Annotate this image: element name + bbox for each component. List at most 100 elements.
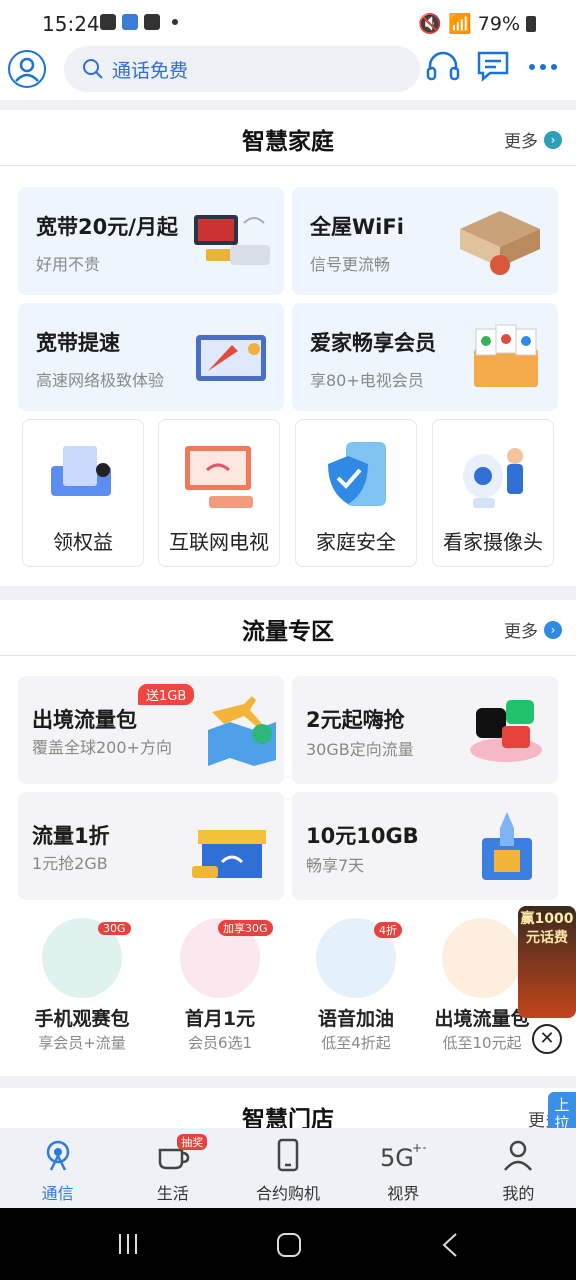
item-match-package[interactable]: 30G 手机观赛包 享会员+流量: [14, 916, 150, 1056]
more-label: 更多: [504, 132, 538, 152]
phone-icon: [277, 1138, 299, 1172]
user-avatar-icon[interactable]: [8, 50, 46, 88]
house-illustration-icon: [460, 211, 540, 275]
data-zone-section: 流量专区 更多 › 送1GB 出境流量包 覆盖全球200+方向 2元起嗨抢 30G…: [0, 600, 576, 1076]
more-label: 更多: [504, 622, 538, 642]
service-tiles: 领权益 互联网电视 家庭安全 看家摄像头: [0, 419, 576, 567]
tab-contract-phone[interactable]: 合约购机: [230, 1128, 345, 1208]
arrow-right-icon: ›: [544, 620, 562, 639]
wifi-icon: 📶: [448, 13, 472, 35]
tab-label: 我的: [502, 1184, 535, 1203]
rocket-box-illustration-icon: [482, 812, 532, 880]
card-badge: 送1GB: [138, 684, 195, 705]
more-link[interactable]: 更多 ›: [504, 617, 562, 642]
card-title: 2元起嗨抢: [306, 708, 405, 732]
message-icon[interactable]: [476, 50, 510, 82]
item-subtitle: 会员6选1: [187, 1034, 253, 1052]
item-subtitle: 享会员+流量: [38, 1034, 126, 1052]
rocket-illustration-icon: [196, 335, 266, 381]
tile-home-security[interactable]: 家庭安全: [295, 419, 417, 567]
status-bar: 15:24 🔇 📶 79%: [0, 0, 576, 46]
card-subtitle: 信号更流畅: [310, 255, 391, 274]
notification-icons: [100, 14, 178, 30]
smart-home-section: 智慧家庭 更多 › 宽带20元/月起 好用不贵 全屋WiFi 信号更流畅 宽带提速…: [0, 110, 576, 586]
membership-box-illustration-icon: [474, 324, 538, 387]
tab-communication[interactable]: 通信: [0, 1128, 115, 1208]
card-title: 10元10GB: [306, 824, 419, 848]
section-header: 流量专区 更多 ›: [0, 600, 576, 656]
status-time: 15:24: [42, 12, 100, 36]
item-badge: 4折: [374, 922, 402, 938]
system-icons: 🔇 📶 79%: [418, 12, 536, 35]
recent-apps-icon[interactable]: [116, 1232, 140, 1256]
mute-icon: 🔇: [418, 13, 443, 35]
tab-label: 生活: [156, 1184, 189, 1203]
item-first-month[interactable]: 加享30G 首月1元 会员6选1: [152, 916, 288, 1056]
tile-internet-tv[interactable]: 互联网电视: [158, 419, 280, 567]
battery-icon: [526, 15, 536, 32]
search-placeholder: 通话免费: [112, 59, 189, 82]
user-icon: [504, 1140, 533, 1171]
promo-card-membership[interactable]: 爱家畅享会员 享80+电视会员: [292, 303, 558, 411]
signal-tower-icon: [46, 1140, 69, 1171]
card-subtitle: 30GB定向流量: [306, 740, 414, 759]
benefits-illustration-icon: [51, 446, 111, 496]
card-title: 爱家畅享会员: [310, 331, 436, 355]
camera-illustration-icon: [463, 448, 523, 508]
item-voice-refuel[interactable]: 4折 语音加油 低至4折起: [288, 916, 424, 1056]
tab-mine[interactable]: 我的: [461, 1128, 576, 1208]
customer-service-icon[interactable]: [426, 50, 460, 86]
section-header: 智慧家庭 更多 ›: [0, 110, 576, 166]
bottom-tab-bar: 通信 抽奖 生活 合约购机 5G++ 视界 我的: [0, 1128, 576, 1208]
tv-illustration-icon: [185, 446, 253, 508]
item-label: 语音加油: [317, 1008, 394, 1030]
arrow-right-icon: ›: [544, 130, 562, 149]
apps-illustration-icon: [470, 700, 542, 762]
item-label: 首月1元: [184, 1008, 256, 1030]
close-icon[interactable]: ✕: [532, 1024, 562, 1054]
svg-text:++: ++: [412, 1141, 426, 1155]
card-subtitle: 高速网络极致体验: [36, 371, 165, 390]
tile-label: 互联网电视: [169, 530, 269, 554]
floating-ad[interactable]: 赢1000元话费: [518, 906, 576, 1018]
tab-life[interactable]: 抽奖 生活: [115, 1128, 230, 1208]
tile-benefits[interactable]: 领权益: [22, 419, 144, 567]
gift-box-illustration-icon: [192, 830, 266, 878]
item-label: 手机观赛包: [34, 1008, 130, 1030]
tile-label: 领权益: [53, 530, 113, 554]
more-notifications-icon: [172, 19, 178, 25]
promo-card-grab[interactable]: 2元起嗨抢 30GB定向流量: [292, 676, 558, 784]
card-subtitle: 覆盖全球200+方向: [32, 738, 172, 757]
floating-ad-text: 赢1000元话费: [520, 911, 574, 946]
promo-card-speedup[interactable]: 宽带提速 高速网络极致体验: [18, 303, 284, 411]
search-icon: [83, 59, 103, 79]
promo-card-broadband[interactable]: 宽带20元/月起 好用不贵: [18, 187, 284, 295]
tab-vision[interactable]: 5G++ 视界: [346, 1128, 461, 1208]
app-notification-icon: [144, 14, 160, 30]
gallery-icon: [100, 14, 116, 30]
card-subtitle: 1元抢2GB: [32, 854, 108, 873]
tab-label: 通信: [41, 1184, 74, 1203]
search-bar[interactable]: 通话免费: [64, 46, 420, 92]
promo-card-roaming[interactable]: 送1GB 出境流量包 覆盖全球200+方向: [18, 676, 284, 784]
data-quick-items: 30G 手机观赛包 享会员+流量 加享30G 首月1元 会员6选1 4折 语音加…: [0, 916, 576, 1056]
system-nav-bar: [0, 1208, 576, 1280]
more-menu-icon[interactable]: [528, 62, 558, 72]
tab-badge: 抽奖: [177, 1134, 208, 1150]
tile-label: 看家摄像头: [443, 530, 543, 554]
promo-card-wifi[interactable]: 全屋WiFi 信号更流畅: [292, 187, 558, 295]
promo-card-discount[interactable]: 流量1折 1元抢2GB: [18, 792, 284, 900]
item-subtitle: 低至10元起: [442, 1034, 522, 1052]
card-title: 流量1折: [32, 824, 110, 848]
item-subtitle: 低至4折起: [321, 1034, 391, 1052]
card-subtitle: 畅享7天: [306, 856, 365, 875]
tab-label: 视界: [387, 1184, 420, 1203]
promo-card-10gb[interactable]: 10元10GB 畅享7天: [292, 792, 558, 900]
item-badge: 加享30G: [218, 920, 273, 936]
back-icon[interactable]: [440, 1232, 460, 1258]
more-link[interactable]: 更多 ›: [504, 127, 562, 152]
section-header: 智慧门店 更多: [0, 1088, 576, 1128]
section-title: 流量专区: [242, 619, 334, 645]
tile-home-camera[interactable]: 看家摄像头: [432, 419, 554, 567]
home-icon[interactable]: [276, 1232, 302, 1258]
